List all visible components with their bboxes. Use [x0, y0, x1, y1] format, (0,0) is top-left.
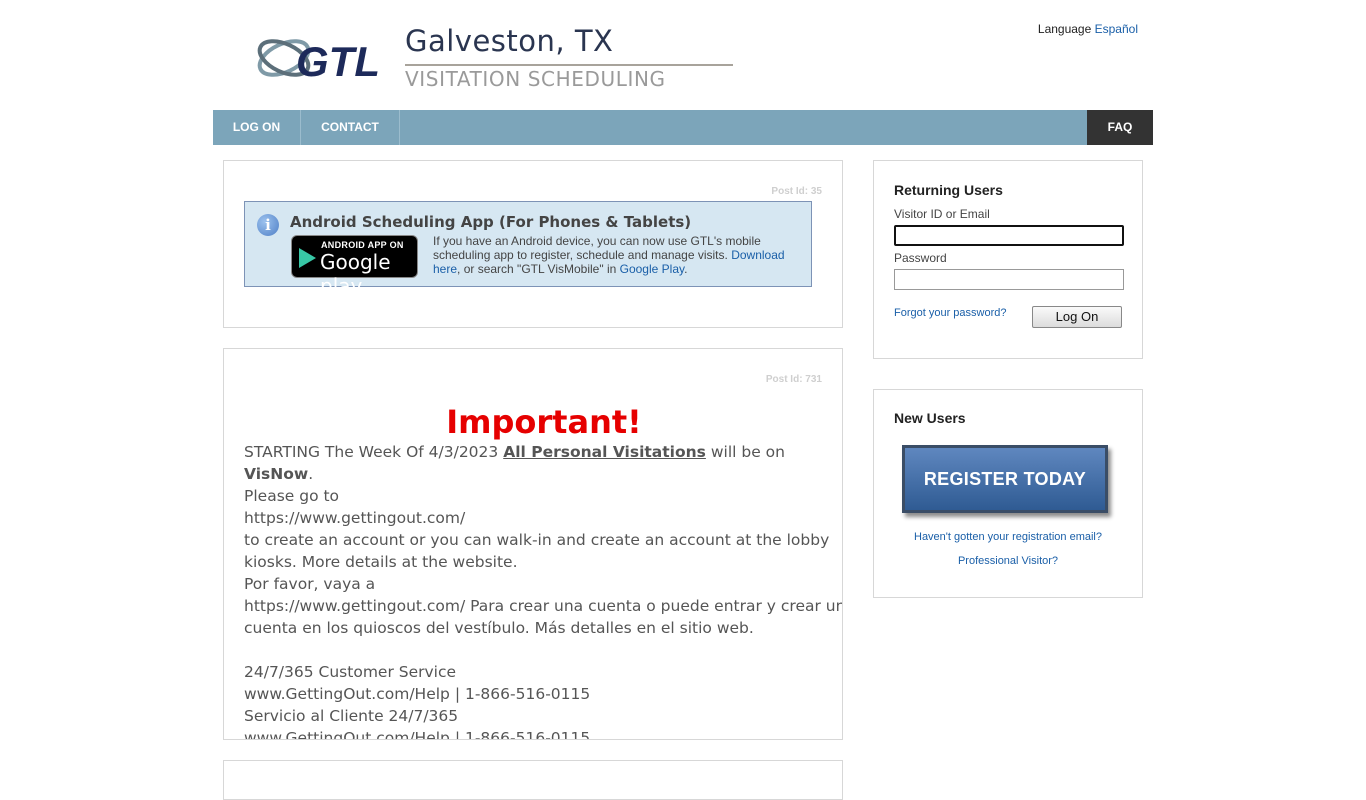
language-selector: Language Español [1038, 22, 1138, 36]
text: kiosks. More details at the website. [244, 553, 518, 571]
info-icon: i [257, 214, 279, 236]
text: STARTING The Week Of 4/3/2023 [244, 443, 504, 461]
register-today-button[interactable]: REGISTER TODAY [902, 445, 1108, 513]
android-text-2: , or search "GTL VisMobile" in [457, 262, 620, 276]
text: Please go to [244, 487, 340, 505]
text-underlined: All Personal Visitations [503, 443, 706, 461]
text: to create an account or you can walk-in … [244, 531, 830, 549]
android-text-1: If you have an Android device, you can n… [433, 234, 761, 262]
new-users-heading: New Users [894, 410, 966, 426]
nav-faq[interactable]: FAQ [1087, 110, 1153, 145]
title-divider [405, 64, 733, 66]
professional-visitor-link[interactable]: Professional Visitor? [874, 555, 1142, 567]
missing-registration-email-link[interactable]: Haven't gotten your registration email? [874, 531, 1142, 543]
text: . [308, 465, 314, 483]
important-heading: Important! [446, 403, 642, 441]
language-label: Language [1037, 22, 1092, 36]
post-next [223, 760, 843, 800]
text: cuenta en los quioscos del vestíbulo. Má… [244, 619, 754, 637]
returning-users-heading: Returning Users [894, 182, 1003, 198]
post-id: Post Id: 731 [765, 374, 822, 385]
password-input[interactable] [894, 269, 1124, 290]
play-store-icon [299, 248, 316, 268]
gtl-logo[interactable]: GTL [256, 32, 390, 84]
badge-small-text: ANDROID APP ON [321, 240, 404, 250]
badge-big-text: Google play [320, 250, 391, 298]
forgot-password-link[interactable]: Forgot your password? [894, 307, 1007, 319]
text: Servicio al Cliente 24/7/365 [244, 707, 459, 725]
post-body: STARTING The Week Of 4/3/2023 All Person… [244, 441, 843, 740]
nav-log-on[interactable]: LOG ON [213, 110, 301, 145]
register-panel: New Users REGISTER TODAY Haven't gotten … [873, 389, 1143, 598]
log-on-button[interactable]: Log On [1032, 306, 1122, 328]
password-label: Password [894, 251, 947, 265]
android-app-title: Android Scheduling App (For Phones & Tab… [290, 213, 692, 231]
text: Por favor, vaya a [244, 575, 376, 593]
text: www.GettingOut.com/Help | 1-866-516-0115 [244, 729, 591, 740]
site-title: Galveston, TX [405, 24, 614, 58]
android-text-3: . [684, 262, 688, 276]
google-play-badge[interactable]: ANDROID APP ON Google play [291, 235, 418, 298]
post-android-app: Post Id: 35 i Android Scheduling App (Fo… [223, 160, 843, 328]
text: will be on [705, 443, 785, 461]
android-app-description: If you have an Android device, you can n… [433, 234, 795, 276]
post-id: Post Id: 35 [771, 186, 822, 197]
google-play-link[interactable]: Google Play [620, 262, 684, 276]
visitor-id-label: Visitor ID or Email [894, 207, 990, 221]
text: https://www.gettingout.com/ Para crear u… [244, 597, 843, 615]
url-text: https://www.gettingout.com/ [244, 509, 466, 527]
logo-text: GTL [296, 38, 380, 84]
post-important: Post Id: 731 Important! STARTING The Wee… [223, 348, 843, 740]
main-nav: LOG ON CONTACT FAQ [213, 110, 1153, 145]
visitor-id-input[interactable] [894, 225, 1124, 246]
login-panel: Returning Users Visitor ID or Email Pass… [873, 160, 1143, 359]
text-bold: VisNow [244, 465, 309, 483]
text: 24/7/365 Customer Service [244, 663, 457, 681]
android-app-notice: i Android Scheduling App (For Phones & T… [244, 201, 812, 298]
language-link-espanol[interactable]: Español [1095, 22, 1138, 36]
site-subtitle: VISITATION SCHEDULING [405, 67, 666, 91]
nav-contact[interactable]: CONTACT [301, 110, 400, 145]
text: www.GettingOut.com/Help | 1-866-516-0115 [244, 685, 591, 703]
